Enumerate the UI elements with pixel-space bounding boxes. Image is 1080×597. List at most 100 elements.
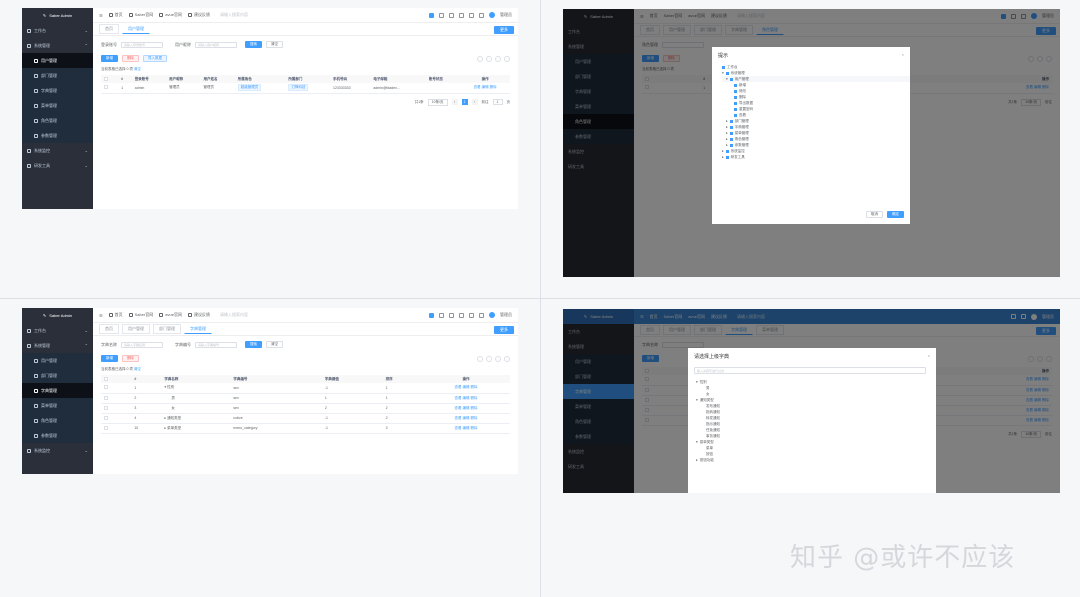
nav-avue[interactable]: avue官网 bbox=[159, 312, 182, 318]
tab-home[interactable]: 首页 bbox=[99, 324, 119, 334]
nav-saber[interactable]: Saber官网 bbox=[128, 12, 153, 18]
fullscreen-icon[interactable] bbox=[479, 312, 484, 318]
avatar[interactable] bbox=[489, 12, 495, 18]
select-all-checkbox[interactable] bbox=[104, 76, 108, 81]
more-button[interactable]: 更多 bbox=[494, 326, 514, 334]
tree-checkbox[interactable] bbox=[734, 95, 737, 99]
delete-button[interactable]: 删除 bbox=[122, 355, 139, 362]
close-icon[interactable]: × bbox=[928, 353, 930, 358]
add-button[interactable]: 新增 bbox=[101, 55, 118, 62]
clear-selection-link[interactable]: 清空 bbox=[134, 367, 141, 371]
search-input[interactable]: 请输入搜索内容 bbox=[220, 12, 248, 18]
tree-checkbox[interactable] bbox=[729, 137, 733, 141]
row-actions[interactable]: 查看 编辑 删除 bbox=[422, 423, 510, 434]
confirm-button[interactable]: 确定 bbox=[887, 211, 904, 218]
sidebar-item-devtools[interactable]: 研发工具 ⌄ bbox=[22, 158, 93, 173]
nick-input[interactable]: 请输入用户昵称 bbox=[195, 41, 237, 48]
add-button[interactable]: 新增 bbox=[101, 355, 118, 362]
nav-feedback[interactable]: 建议反馈 bbox=[187, 12, 210, 18]
log-icon[interactable] bbox=[439, 12, 444, 18]
columns-icon[interactable] bbox=[486, 355, 492, 362]
nav-saber[interactable]: Saber官网 bbox=[128, 312, 153, 318]
reset-button[interactable]: 清空 bbox=[266, 41, 283, 48]
tree-checkbox[interactable] bbox=[729, 131, 733, 135]
row-actions[interactable]: 查看 编辑 删除 bbox=[460, 83, 510, 94]
sidebar-item-monitor[interactable]: 系统监控 ⌄ bbox=[22, 443, 93, 458]
tree-checkbox[interactable] bbox=[725, 155, 729, 159]
shield-icon[interactable] bbox=[459, 312, 464, 318]
tree-checkbox[interactable] bbox=[734, 101, 737, 105]
hamburger-icon[interactable]: ☰ bbox=[99, 13, 103, 18]
log-icon[interactable] bbox=[439, 312, 444, 318]
tree-node[interactable]: ▸ 按钮功能 bbox=[696, 457, 936, 463]
tree-checkbox[interactable] bbox=[734, 107, 737, 111]
nav-avue[interactable]: avue官网 bbox=[159, 12, 182, 18]
nav-home[interactable]: 首页 bbox=[108, 312, 123, 318]
tree-checkbox[interactable] bbox=[734, 113, 737, 117]
account-input[interactable]: 请输入登录账号 bbox=[121, 41, 163, 48]
sidebar-item-monitor[interactable]: 系统监控 ⌄ bbox=[22, 143, 93, 158]
sidebar-item-system[interactable]: 系统管理 ⌃ bbox=[22, 38, 93, 53]
dict-code-input[interactable]: 请输入字典编号 bbox=[195, 341, 237, 348]
columns-icon[interactable] bbox=[486, 55, 492, 62]
row-actions[interactable]: 查看 编辑 删除 bbox=[422, 413, 510, 424]
search-icon[interactable] bbox=[495, 355, 501, 362]
nav-feedback[interactable]: 建议反馈 bbox=[187, 312, 210, 318]
row-checkbox[interactable] bbox=[104, 395, 108, 400]
sidebar-item-dept[interactable]: 部门管理 bbox=[22, 368, 93, 383]
tab-user[interactable]: 用户管理 bbox=[122, 324, 150, 334]
hamburger-icon[interactable]: ☰ bbox=[99, 313, 103, 318]
cancel-button[interactable]: 取消 bbox=[866, 211, 883, 218]
refresh-icon[interactable] bbox=[477, 55, 483, 62]
tab-dept[interactable]: 部门管理 bbox=[153, 324, 181, 334]
tree-checkbox[interactable] bbox=[725, 149, 729, 153]
sidebar-item-menu[interactable]: 菜单管理 bbox=[22, 98, 93, 113]
tree-checkbox[interactable] bbox=[729, 143, 733, 147]
sidebar-item-user[interactable]: 用户管理 bbox=[22, 53, 93, 68]
sidebar-item-param[interactable]: 参数管理 bbox=[22, 128, 93, 143]
row-actions[interactable]: 查看 编辑 删除 bbox=[422, 393, 510, 404]
tree-checkbox[interactable] bbox=[734, 89, 737, 93]
sidebar-item-user[interactable]: 用户管理 bbox=[22, 353, 93, 368]
reset-button[interactable]: 清空 bbox=[266, 341, 283, 348]
theme-icon[interactable] bbox=[429, 12, 434, 18]
tree-checkbox[interactable] bbox=[722, 65, 725, 69]
select-all-checkbox[interactable] bbox=[104, 376, 108, 381]
tree-checkbox[interactable] bbox=[729, 119, 733, 123]
user-name[interactable]: 管理员 bbox=[500, 12, 512, 18]
sidebar-item-dashboard[interactable]: 工作台 ⌄ bbox=[22, 323, 93, 338]
search-input[interactable]: 请输入搜索内容 bbox=[220, 312, 248, 318]
sidebar-item-dept[interactable]: 部门管理 bbox=[22, 68, 93, 83]
row-checkbox[interactable] bbox=[104, 425, 108, 430]
close-icon[interactable]: × bbox=[902, 52, 904, 57]
row-checkbox[interactable] bbox=[104, 385, 108, 390]
row-checkbox[interactable] bbox=[104, 405, 108, 410]
lock-icon[interactable] bbox=[449, 12, 454, 18]
theme-icon[interactable] bbox=[429, 312, 434, 318]
tree-filter-input[interactable]: 输入关键字进行过滤 bbox=[694, 367, 926, 374]
dict-name-input[interactable]: 请输入字典名称 bbox=[121, 341, 163, 348]
sidebar-item-role[interactable]: 角色管理 bbox=[22, 413, 93, 428]
clear-selection-link[interactable]: 清空 bbox=[134, 67, 141, 71]
bell-icon[interactable] bbox=[469, 312, 474, 318]
search-button[interactable]: 搜索 bbox=[245, 341, 262, 348]
lock-icon[interactable] bbox=[449, 312, 454, 318]
prev-page-button[interactable]: ‹ bbox=[451, 99, 458, 105]
sidebar-item-role[interactable]: 角色管理 bbox=[22, 113, 93, 128]
import-button[interactable]: 导入数据 bbox=[143, 55, 167, 62]
sidebar-item-menu[interactable]: 菜单管理 bbox=[22, 398, 93, 413]
page-size-select[interactable]: 10条/页 bbox=[427, 98, 448, 106]
print-icon[interactable] bbox=[504, 355, 510, 362]
sidebar-item-dict[interactable]: 字典管理 bbox=[22, 383, 93, 398]
tree-checkbox[interactable] bbox=[725, 71, 729, 75]
tree-checkbox[interactable] bbox=[729, 125, 733, 129]
tree-checkbox[interactable] bbox=[729, 77, 733, 81]
search-icon[interactable] bbox=[495, 55, 501, 62]
shield-icon[interactable] bbox=[459, 12, 464, 18]
page-1-button[interactable]: 1 bbox=[461, 99, 468, 105]
next-page-button[interactable]: › bbox=[471, 99, 478, 105]
row-actions[interactable]: 查看 编辑 删除 bbox=[422, 383, 510, 394]
sidebar-item-dashboard[interactable]: 工作台 ⌄ bbox=[22, 23, 93, 38]
refresh-icon[interactable] bbox=[477, 355, 483, 362]
sidebar-item-param[interactable]: 参数管理 bbox=[22, 428, 93, 443]
